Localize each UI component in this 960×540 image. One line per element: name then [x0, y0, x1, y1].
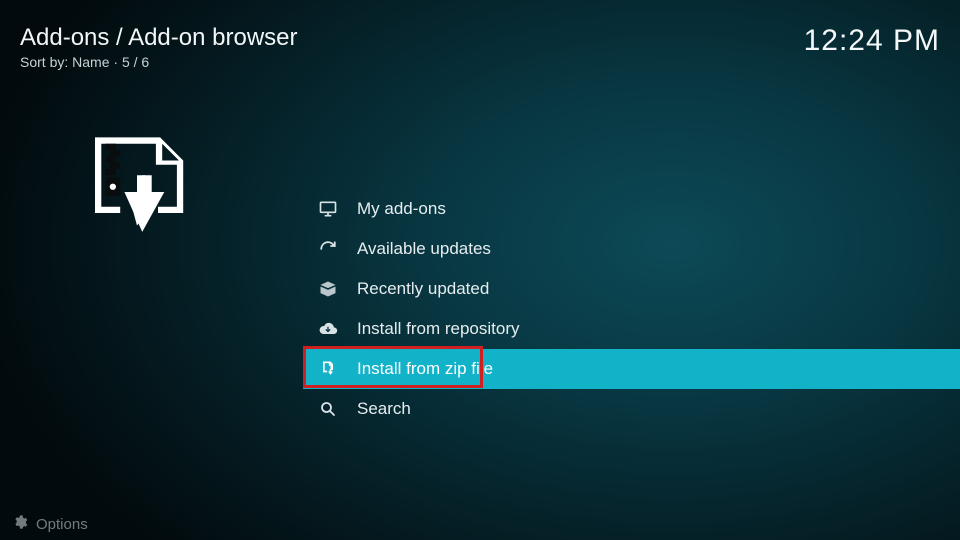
search-icon: [317, 398, 339, 420]
sort-info: Sort by: Name · 5 / 6: [20, 54, 298, 70]
addon-browser-menu: My add-ons Available updates Recently up…: [303, 189, 960, 429]
menu-item-label: Recently updated: [357, 279, 489, 299]
menu-item-available-updates[interactable]: Available updates: [303, 229, 960, 269]
menu-item-install-from-repository[interactable]: Install from repository: [303, 309, 960, 349]
menu-item-label: My add-ons: [357, 199, 446, 219]
monitor-icon: [317, 198, 339, 220]
options-button[interactable]: Options: [12, 514, 88, 534]
box-open-icon: [317, 278, 339, 300]
zip-download-icon: [317, 358, 339, 380]
menu-item-my-addons[interactable]: My add-ons: [303, 189, 960, 229]
options-label: Options: [36, 516, 88, 533]
breadcrumb: Add-ons / Add-on browser: [20, 24, 298, 52]
zip-download-large-icon: [74, 129, 200, 255]
menu-item-install-from-zip[interactable]: Install from zip file: [303, 349, 960, 389]
sort-value: Name: [72, 54, 109, 70]
item-counter: 5 / 6: [122, 54, 149, 70]
sort-prefix: Sort by:: [20, 54, 68, 70]
clock: 12:24 PM: [804, 24, 940, 58]
cloud-download-icon: [317, 318, 339, 340]
menu-item-label: Search: [357, 399, 411, 419]
refresh-icon: [317, 238, 339, 260]
menu-item-label: Install from zip file: [357, 359, 493, 379]
menu-item-label: Available updates: [357, 239, 491, 259]
gear-icon: [12, 514, 28, 534]
menu-item-search[interactable]: Search: [303, 389, 960, 429]
menu-item-label: Install from repository: [357, 319, 520, 339]
menu-item-recently-updated[interactable]: Recently updated: [303, 269, 960, 309]
sort-separator: ·: [113, 54, 122, 70]
